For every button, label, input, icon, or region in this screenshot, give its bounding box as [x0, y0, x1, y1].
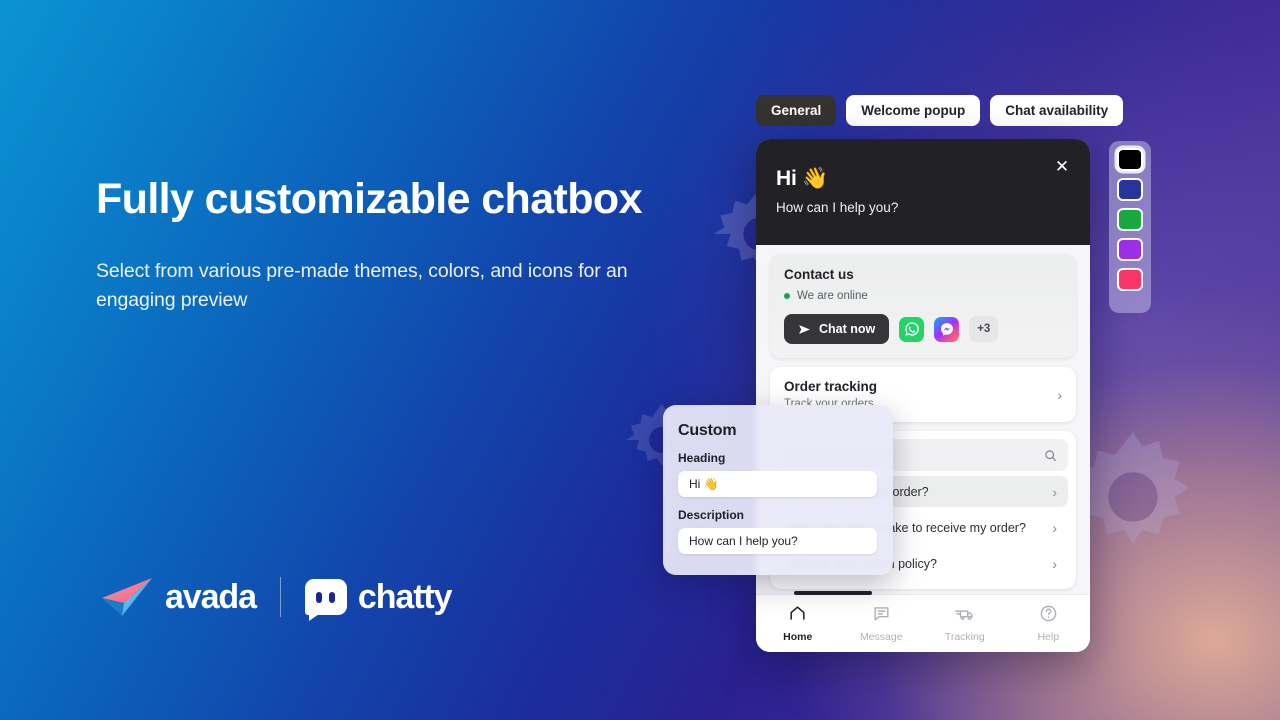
chat-now-label: Chat now [819, 322, 876, 336]
chatbox-description: How can I help you? [776, 200, 899, 215]
active-tab-indicator [794, 591, 872, 595]
nav-label-tracking: Tracking [944, 631, 985, 643]
send-icon [799, 324, 810, 334]
chatbox-heading: Hi 👋 [776, 167, 829, 190]
close-icon[interactable]: ✕ [1052, 157, 1072, 177]
nav-label-message: Message [859, 631, 903, 643]
order-tracking-title: Order tracking [784, 379, 878, 394]
avada-logo: avada [98, 576, 257, 618]
tab-general[interactable]: General [756, 95, 837, 126]
chevron-right-icon: › [1052, 483, 1057, 500]
custom-settings-panel: Custom Heading Hi 👋 Description How can … [663, 405, 893, 575]
messenger-glyph [940, 323, 953, 336]
status-dot [784, 293, 790, 299]
chevron-right-icon: › [1052, 519, 1057, 536]
nav-item-message[interactable]: Message [840, 604, 924, 643]
description-field-label: Description [678, 508, 745, 522]
color-swatch-green[interactable] [1117, 208, 1143, 231]
search-icon [1045, 449, 1056, 461]
tracking-icon [955, 610, 973, 620]
messenger-icon[interactable] [934, 316, 960, 342]
contact-us-title: Contact us [784, 267, 854, 282]
bubble-eye-right [329, 591, 336, 603]
contact-us-card: Contact us We are online Chat now +3 [770, 254, 1076, 358]
chat-bubble-icon [304, 579, 347, 621]
hero-copy: Fully customizable chatbox Select from v… [96, 172, 656, 315]
color-swatch-rail [1109, 141, 1151, 313]
page-title: Fully customizable chatbox [96, 175, 643, 223]
heading-field-label: Heading [678, 451, 726, 465]
chatbox-bottom-nav: Home Message Tracking Help [756, 591, 1091, 652]
status-badge: We are online [797, 290, 868, 302]
whatsapp-glyph [905, 322, 919, 336]
hero-subtitle: Select from various pre-made themes, col… [96, 260, 628, 311]
tab-welcome-popup[interactable]: Welcome popup [846, 95, 981, 126]
whatsapp-icon[interactable] [899, 316, 925, 342]
online-status: We are online [784, 290, 1062, 302]
nav-label-help: Help [1037, 631, 1060, 643]
contact-channels: Chat now +3 [784, 314, 1062, 344]
help-icon [1040, 605, 1057, 622]
color-swatch-black[interactable] [1117, 148, 1143, 171]
message-icon [874, 607, 889, 621]
more-channels-button[interactable]: +3 [969, 316, 999, 342]
nav-label-home: Home [783, 631, 813, 643]
chevron-right-icon: › [1052, 555, 1057, 572]
paper-plane-icon [102, 578, 152, 616]
nav-item-help[interactable]: Help [1007, 604, 1091, 643]
settings-tabs: General Welcome popup Chat availability [756, 95, 1124, 126]
custom-panel-title: Custom [678, 422, 737, 439]
color-swatch-blue[interactable] [1117, 178, 1143, 201]
chevron-right-icon: › [1057, 386, 1062, 403]
home-icon [790, 606, 805, 620]
tab-chat-availability[interactable]: Chat availability [990, 95, 1124, 126]
color-swatch-pink[interactable] [1117, 268, 1143, 291]
nav-item-tracking[interactable]: Tracking [923, 604, 1007, 643]
heading-input[interactable]: Hi 👋 [678, 471, 877, 497]
bubble-eye-left [316, 591, 323, 603]
chatty-wordmark: chatty [357, 577, 453, 616]
chat-now-button[interactable]: Chat now [784, 314, 890, 344]
description-input[interactable]: How can I help you? [678, 528, 877, 554]
nav-item-home[interactable]: Home [756, 604, 840, 643]
promo-banner: Fully customizable chatbox Select from v… [0, 0, 1280, 720]
color-swatch-purple[interactable] [1117, 238, 1143, 261]
chatbox-header: ✕ Hi 👋 How can I help you? [756, 139, 1090, 245]
brand-divider [279, 577, 281, 617]
chatty-logo: chatty [304, 577, 453, 621]
chatbox-preview: ✕ Hi 👋 How can I help you? Contact us We… [756, 139, 1090, 652]
avada-wordmark: avada [165, 577, 257, 616]
brand-lockup: avada chatty [98, 576, 453, 621]
